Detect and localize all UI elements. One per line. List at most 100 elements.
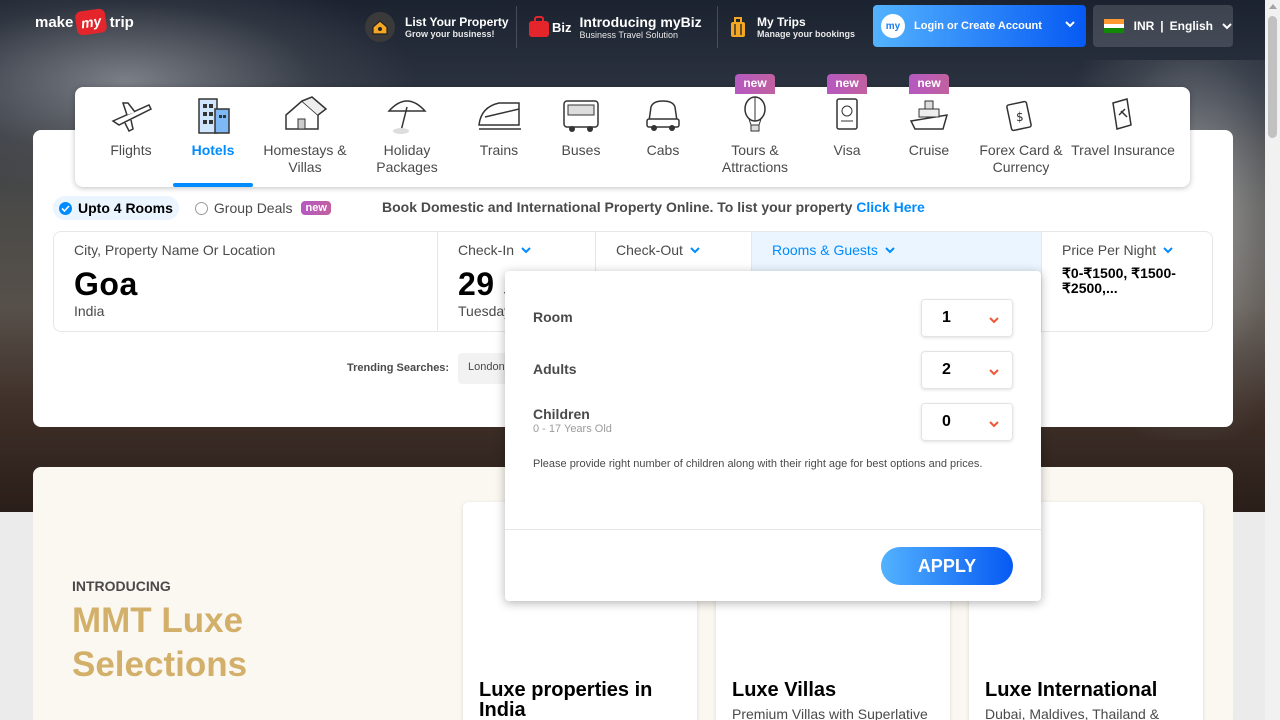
car-icon (643, 95, 683, 140)
radio-checked-icon (59, 201, 72, 215)
house-icon (282, 95, 328, 140)
list-property-subtitle: Grow your business! (405, 29, 495, 39)
chevron-down-icon (1064, 18, 1076, 33)
top-header: make my trip List Your Property Grow you… (0, 0, 1265, 52)
children-row: Children 0 - 17 Years Old 0 (533, 403, 1013, 441)
radio-label: Group Deals (213, 200, 293, 216)
header-divider (717, 6, 718, 48)
chevron-down-icon (988, 365, 1000, 383)
chevron-down-icon (988, 417, 1000, 435)
book-property-text: Book Domestic and International Property… (382, 199, 925, 215)
radio-upto-4-rooms[interactable]: Upto 4 Rooms (53, 196, 179, 220)
login-label: Login or Create Account (914, 20, 1042, 32)
apply-button[interactable]: APPLY (881, 547, 1013, 585)
adults-row: Adults 2 (533, 351, 1013, 389)
room-type-selector: Upto 4 Rooms Group Deals new (53, 196, 331, 220)
nav-item-cabs[interactable]: Cabs (623, 87, 703, 187)
new-badge: new (301, 201, 331, 215)
hot-air-balloon-icon (737, 95, 773, 140)
nav-item-cruise[interactable]: new Cruise (889, 74, 969, 187)
makemytrip-logo[interactable]: make my trip (35, 8, 134, 36)
mybiz-logo-icon: Biz (528, 16, 572, 38)
room-count-select[interactable]: 1 (921, 299, 1013, 337)
nav-label: Hotels (191, 142, 235, 158)
luxe-card-title: Luxe Villas (732, 679, 837, 701)
radio-unchecked-icon (194, 201, 208, 215)
city-value: Goa (74, 266, 138, 302)
divider (505, 529, 1041, 530)
rooms-guests-dropdown: Room 1 Adults 2 Children 0 - 17 Years Ol… (505, 271, 1041, 601)
luxe-title: MMT Luxe Selections (72, 601, 248, 684)
city-field[interactable]: City, Property Name Or Location Goa Indi… (54, 232, 438, 331)
adults-label: Adults (533, 361, 577, 377)
logo-text-trip: trip (109, 13, 134, 31)
price-label: Price Per Night (1062, 242, 1157, 258)
logo-text-make: make (35, 13, 74, 31)
nav-item-flights[interactable]: Flights (91, 87, 171, 187)
nav-item-visa[interactable]: new Visa (807, 74, 887, 187)
chevron-down-icon (885, 247, 895, 254)
list-property-link[interactable]: List Your Property Grow your business! (365, 8, 509, 46)
nav-item-forex[interactable]: $ Forex Card & Currency (979, 87, 1063, 187)
click-here-link[interactable]: Click Here (856, 199, 924, 215)
my-trips-link[interactable]: My Trips Manage your bookings (729, 8, 855, 46)
nav-item-holiday-packages[interactable]: Holiday Packages (367, 87, 447, 187)
book-property-label: Book Domestic and International Property… (382, 199, 853, 215)
checkout-label: Check-Out (616, 242, 683, 258)
room-row: Room 1 (533, 299, 1013, 337)
nav-item-homestays[interactable]: Homestays & Villas (263, 87, 347, 187)
nav-item-buses[interactable]: Buses (541, 87, 621, 187)
chevron-down-icon (521, 247, 531, 254)
svg-text:$: $ (1016, 110, 1024, 124)
price-field[interactable]: Price Per Night ₹0-₹1500, ₹1500-₹2500,..… (1042, 232, 1212, 331)
nav-item-trains[interactable]: Trains (459, 87, 539, 187)
children-count-select[interactable]: 0 (921, 403, 1013, 441)
scrollbar-thumb[interactable] (1268, 16, 1277, 138)
nav-item-tours[interactable]: new Tours & Attractions (715, 74, 795, 187)
language-label: English (1169, 19, 1213, 33)
checkin-day: 29 (458, 266, 495, 302)
login-button[interactable]: my Login or Create Account (873, 5, 1086, 47)
hotel-building-icon (193, 95, 233, 142)
radio-group-deals[interactable]: Group Deals new (194, 200, 331, 216)
adults-count-select[interactable]: 2 (921, 351, 1013, 389)
chevron-down-icon (690, 247, 700, 254)
logo-text-my: my (74, 8, 109, 36)
nav-label: Holiday Packages (376, 142, 438, 175)
luxe-card-subtitle: Premium Villas with Superlative (732, 706, 928, 720)
beach-umbrella-icon (385, 95, 429, 140)
nav-label: Homestays & Villas (263, 142, 347, 175)
children-age-hint: 0 - 17 Years Old (533, 423, 612, 435)
scroll-up-arrow-icon[interactable] (1269, 4, 1277, 9)
luxe-intro: INTRODUCING (72, 578, 171, 594)
page-scrollbar[interactable] (1265, 0, 1280, 720)
airplane-icon (109, 95, 153, 140)
mybiz-link[interactable]: Biz Introducing myBiz Business Travel So… (528, 8, 702, 46)
nav-label: Forex Card & Currency (979, 142, 1063, 175)
luxe-card-title: Luxe properties in India (479, 679, 653, 720)
luxe-card-subtitle: Dubai, Maldives, Thailand & (985, 706, 1160, 720)
ship-icon (907, 95, 951, 140)
train-icon (475, 95, 523, 140)
trending-searches-label: Trending Searches: (347, 362, 450, 374)
chevron-down-icon (1221, 20, 1233, 32)
list-property-title: List Your Property (405, 15, 509, 29)
mybiz-subtitle: Business Travel Solution (579, 30, 679, 40)
currency-label: INR (1133, 19, 1155, 33)
city-country: India (74, 303, 105, 319)
rooms-guests-label: Rooms & Guests (772, 242, 878, 258)
nav-item-hotels[interactable]: Hotels (173, 87, 253, 187)
adults-count-value: 2 (942, 361, 951, 378)
suitcase-icon (729, 16, 747, 38)
header-divider (516, 6, 517, 48)
category-nav: Flights Hotels Homestays & Villas Holida… (75, 74, 1190, 187)
nav-item-travel-insurance[interactable]: Travel Insurance (1071, 87, 1175, 187)
locale-separator: | (1160, 19, 1164, 33)
new-badge: new (909, 74, 949, 94)
room-count-value: 1 (942, 309, 951, 326)
new-badge: new (827, 74, 867, 94)
active-tab-indicator (173, 183, 253, 187)
chevron-down-icon (1163, 247, 1173, 254)
currency-language-selector[interactable]: INR | English (1093, 5, 1233, 47)
mybiz-badge-text: Biz (552, 19, 572, 35)
